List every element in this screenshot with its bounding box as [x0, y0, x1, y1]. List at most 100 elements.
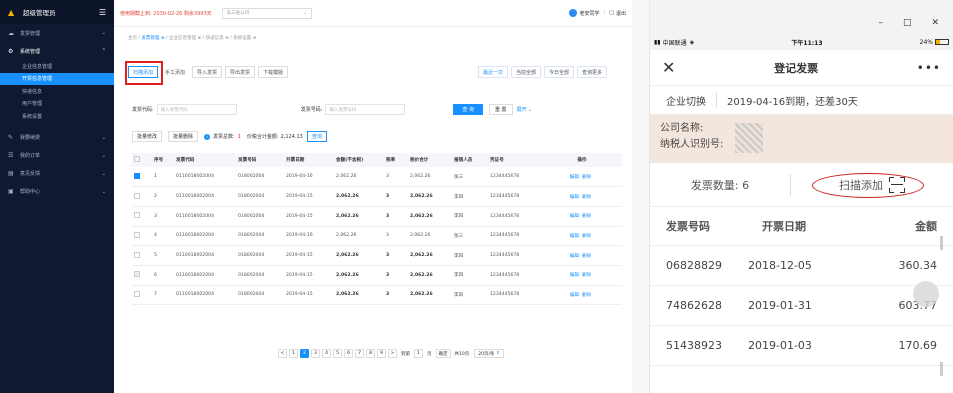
delete-link[interactable]: 删除 [582, 214, 591, 219]
edit-link[interactable]: 编辑 [570, 293, 579, 298]
invoice-code-input[interactable]: 输入发票代码 [156, 104, 237, 115]
delete-link[interactable]: 删除 [582, 254, 591, 259]
row-checkbox[interactable] [132, 206, 152, 227]
next-page-button[interactable]: > [388, 349, 397, 358]
query-button[interactable]: 查 询 [453, 104, 483, 115]
sidebar-sub-company[interactable]: 企业信息管理 [0, 60, 114, 73]
row-checkbox[interactable] [132, 186, 152, 207]
scrollbar[interactable] [940, 362, 943, 376]
batch-delete-button[interactable]: 批量删除 [168, 131, 199, 142]
expand-link[interactable]: 展开 ⌄ [517, 106, 533, 113]
row-checkbox[interactable] [132, 167, 152, 188]
edit-link[interactable]: 编辑 [570, 273, 579, 278]
close-icon[interactable]: ✕ [662, 58, 675, 77]
more-icon[interactable]: ••• [917, 61, 941, 75]
page-number-button[interactable]: 9 [377, 349, 386, 358]
goto-confirm-button[interactable]: 确定 [435, 349, 451, 358]
page-number-button[interactable]: 5 [333, 349, 342, 358]
edit-link[interactable]: 编辑 [570, 254, 579, 259]
checkbox[interactable] [134, 212, 140, 219]
table-row[interactable]: 5 0110018002004 018002004 2019-04-15 2,062.2… [132, 245, 622, 266]
checkbox[interactable] [134, 231, 140, 238]
close-icon[interactable]: ✕ [931, 18, 939, 28]
row-checkbox[interactable] [132, 285, 152, 306]
avatar[interactable] [568, 9, 577, 17]
table-row[interactable]: 2 0110018002004 018002004 2019-04-15 2,062.2… [132, 186, 622, 207]
row-checkbox[interactable] [132, 265, 152, 286]
breadcrumb-settings[interactable]: 系统设置 [233, 36, 251, 41]
edit-link[interactable]: 编辑 [570, 195, 579, 200]
list-item[interactable]: 74862628 2019-01-31 603.77 [650, 281, 953, 326]
sidebar-item-invoice[interactable]: ☁ 发票管理 ⌄ [0, 24, 114, 42]
table-row[interactable]: 4 0110018002004 018002004 2019-04-16 2,062.2… [132, 226, 622, 247]
page-number-button[interactable]: 4 [322, 349, 331, 358]
manual-add-button[interactable]: 手工添加 [161, 66, 190, 78]
checkbox[interactable] [134, 290, 140, 297]
page-number-button[interactable]: 2 [300, 349, 309, 358]
company-select[interactable]: 东三省公司 ⌄ [221, 7, 312, 19]
scrollbar[interactable] [940, 236, 943, 250]
username[interactable]: 老安同学 [580, 10, 600, 17]
table-row[interactable]: 1 0110018002004 018002004 2019-04-16 2,062.2… [132, 167, 622, 188]
tab-more[interactable]: 查询更多 [576, 66, 607, 78]
list-item[interactable]: 06828829 2018-12-05 360.34 [650, 246, 953, 286]
import-button[interactable]: 导入发票 [192, 66, 223, 78]
maximize-icon[interactable]: □ [903, 18, 912, 28]
edit-link[interactable]: 编辑 [570, 175, 579, 180]
table-row[interactable]: 7 0110018002004 018002004 2019-04-15 2,062.2… [132, 285, 622, 306]
breadcrumb-company[interactable]: 企业信息管理 [169, 36, 196, 41]
checkbox[interactable] [134, 251, 140, 258]
goto-input[interactable]: 1 [414, 349, 423, 358]
menu-toggle-icon[interactable]: ☰ [99, 8, 106, 17]
page-number-button[interactable]: 8 [366, 349, 375, 358]
table-row[interactable]: 3 0110018002004 018002004 2019-04-15 2,062.2… [132, 206, 622, 227]
sidebar-item-feedback[interactable]: ▤ 意见反馈 ⌄ [0, 165, 114, 183]
page-number-button[interactable]: 7 [355, 349, 364, 358]
table-row[interactable]: 6 0110018002004 018002004 2019-04-15 2,062.2… [132, 265, 622, 286]
download-template-button[interactable]: 下载模版 [258, 66, 289, 78]
sidebar-sub-users[interactable]: 用户管理 [0, 98, 114, 111]
tab-today-all[interactable]: 今日全部 [543, 66, 574, 78]
reset-button[interactable]: 重 置 [488, 104, 513, 115]
tab-current-all[interactable]: 当前全部 [510, 66, 541, 78]
invoice-number-input[interactable]: 输入发票号码 [325, 104, 406, 115]
breadcrumb-home[interactable]: 主页 [128, 36, 137, 41]
batch-edit-button[interactable]: 批量修改 [132, 131, 163, 142]
select-all[interactable] [132, 153, 152, 167]
tab-latest[interactable]: 最近一次 [477, 66, 508, 78]
edit-link[interactable]: 编辑 [570, 214, 579, 219]
sidebar-item-help[interactable]: ▣ 帮助中心 ⌄ [0, 183, 114, 201]
logout-link[interactable]: 退出 [616, 10, 626, 17]
sidebar-item-system[interactable]: ⚙ 系统管理 ⌃ [0, 42, 114, 60]
checkbox[interactable] [134, 192, 140, 199]
page-number-button[interactable]: 3 [311, 349, 320, 358]
delete-link[interactable]: 删除 [582, 293, 591, 298]
minimize-icon[interactable]: – [878, 18, 883, 28]
delete-link[interactable]: 删除 [582, 273, 591, 278]
page-number-button[interactable]: 6 [344, 349, 353, 358]
checkbox[interactable] [134, 172, 140, 179]
edit-link[interactable]: 编辑 [570, 234, 579, 239]
delete-link[interactable]: 删除 [582, 195, 591, 200]
prev-page-button[interactable]: < [278, 349, 287, 358]
sidebar-item-renew[interactable]: ✎ 我要续费 ⌄ [0, 129, 114, 147]
sidebar-sub-billing[interactable]: 开票信息管理 [0, 72, 114, 85]
sidebar-item-orders[interactable]: ☰ 我的订单 ⌄ [0, 147, 114, 165]
floating-button[interactable] [913, 281, 939, 307]
page-number-button[interactable]: 1 [289, 349, 298, 358]
sum-query-button[interactable]: 查询 [306, 131, 327, 142]
export-button[interactable]: 导出发票 [225, 66, 256, 78]
delete-link[interactable]: 删除 [582, 234, 591, 239]
company-switch-button[interactable]: 企业切换 [666, 93, 706, 108]
checkbox[interactable] [134, 156, 140, 162]
sidebar-sub-express[interactable]: 快递信息 [0, 85, 114, 98]
sidebar-sub-settings[interactable]: 系统设置 [0, 110, 114, 123]
list-item[interactable]: 51438923 2019-01-03 170.69 [650, 326, 953, 366]
breadcrumb-express[interactable]: 快递信息 [206, 36, 224, 41]
delete-link[interactable]: 删除 [582, 175, 591, 180]
page-size-select[interactable]: 20页/条 ⇕ [474, 349, 504, 358]
row-checkbox[interactable] [132, 226, 152, 247]
row-checkbox[interactable] [132, 245, 152, 266]
breadcrumb-invoice[interactable]: 发票管理 [141, 36, 159, 41]
checkbox[interactable] [134, 271, 140, 278]
